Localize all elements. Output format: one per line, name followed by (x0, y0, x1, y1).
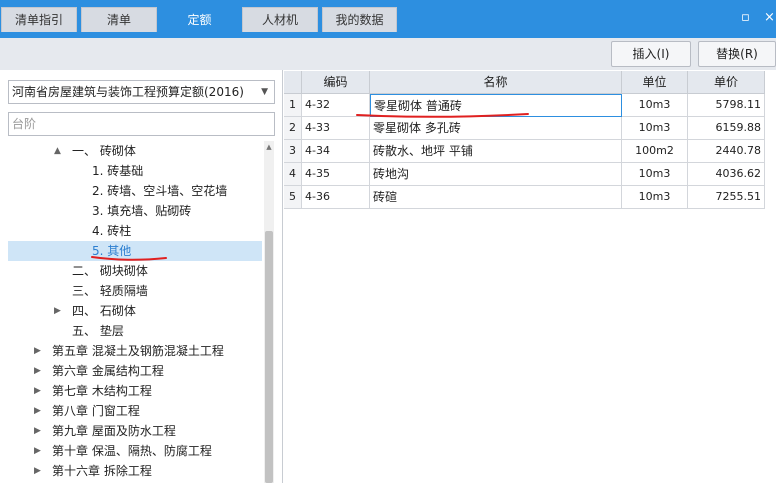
annotation-layer (91, 113, 529, 261)
annotation-underline-tree (91, 256, 167, 261)
annotation-underline-row (356, 113, 529, 118)
